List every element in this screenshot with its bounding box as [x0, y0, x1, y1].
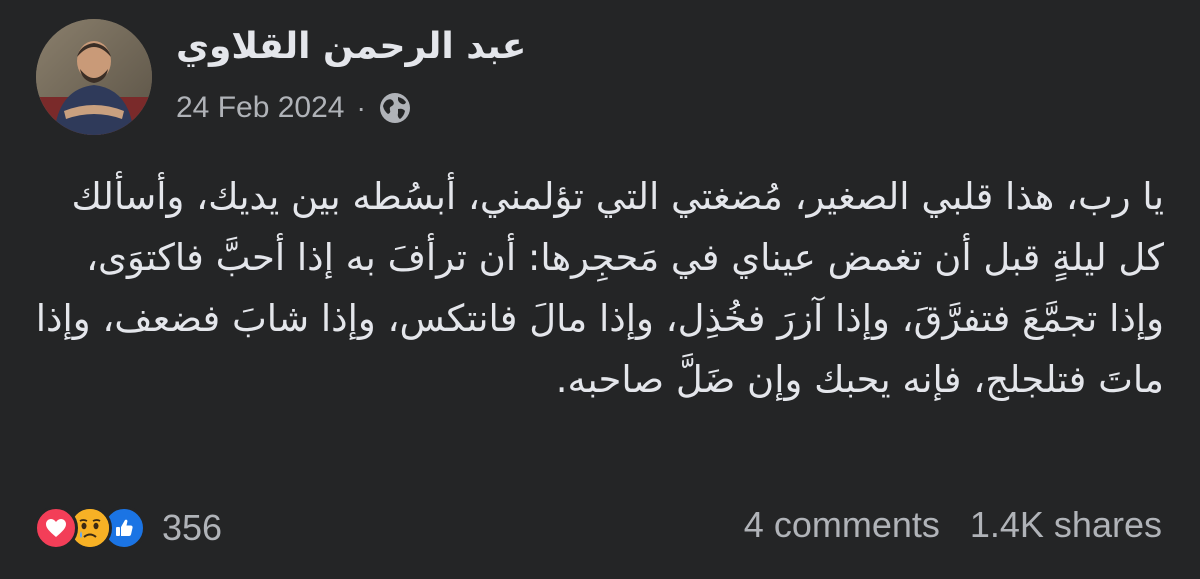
facebook-post: عبد الرحمن القلاوي 24 Feb 2024 · يا رب، …	[0, 0, 1200, 579]
post-stats: 4 comments 1.4K shares	[744, 504, 1162, 546]
avatar[interactable]	[36, 19, 152, 135]
love-icon	[34, 506, 78, 550]
comments-count[interactable]: 4 comments	[744, 504, 940, 546]
shares-count[interactable]: 1.4K shares	[970, 504, 1162, 546]
reactions-bar[interactable]: 356	[34, 506, 222, 550]
post-meta: 24 Feb 2024 ·	[176, 88, 412, 128]
post-text: يا رب، هذا قلبي الصغير، مُضغتي التي تؤلم…	[35, 175, 1164, 401]
post-date[interactable]: 24 Feb 2024	[176, 91, 344, 125]
reaction-count[interactable]: 356	[162, 507, 222, 549]
globe-icon[interactable]	[378, 91, 412, 125]
meta-separator: ·	[356, 92, 366, 123]
author-name[interactable]: عبد الرحمن القلاوي	[176, 26, 596, 67]
avatar-photo	[36, 19, 152, 135]
